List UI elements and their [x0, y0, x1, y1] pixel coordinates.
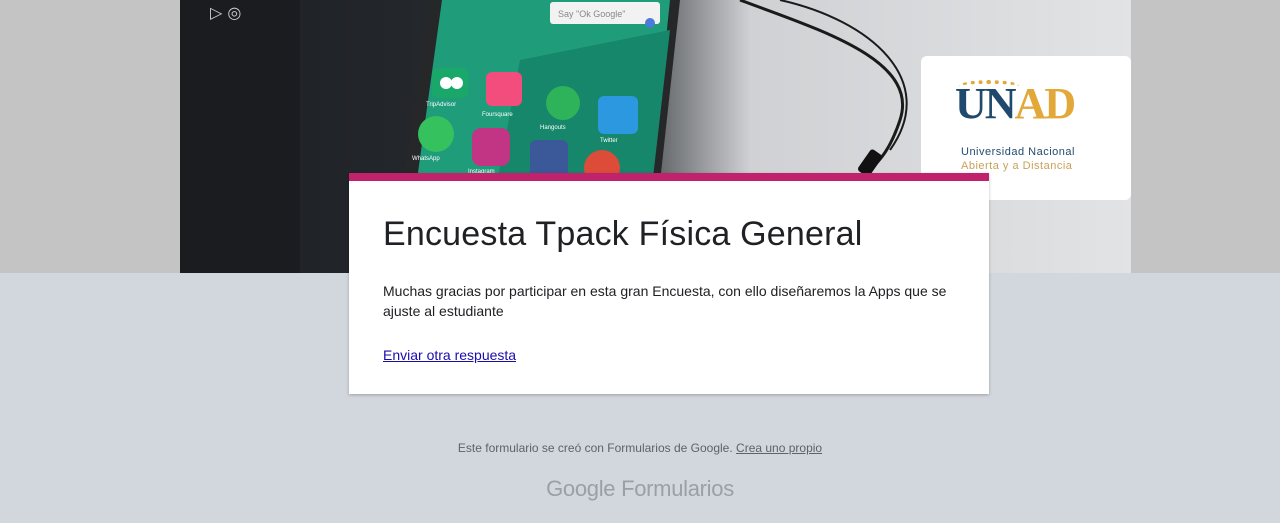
logo-wordmark: UNAD [955, 79, 1077, 128]
logo-word-part1: UN [955, 79, 1017, 128]
logo-word-part2: AD [1014, 79, 1077, 128]
app-label-twitter: Twitter [600, 138, 618, 144]
brand-product: Formularios [621, 476, 734, 501]
app-label-whatsapp: WhatsApp [412, 156, 440, 162]
search-hint: Say "Ok Google" [558, 9, 625, 19]
brand-google: Google [546, 476, 616, 501]
footer-note-text: Este formulario se creó con Formularios … [457, 441, 733, 455]
confirmation-card: Encuesta Tpack Física General Muchas gra… [349, 173, 989, 394]
form-title: Encuesta Tpack Física General [383, 215, 863, 253]
logo-subtitle-2: Abierta y a Distancia [961, 160, 1073, 172]
footer-note: Este formulario se creó con Formularios … [0, 441, 1280, 455]
app-label-tripadvisor: TripAdvisor [426, 102, 456, 108]
app-label-foursquare: Foursquare [482, 112, 513, 118]
confirmation-message: Muchas gracias por participar en esta gr… [383, 283, 947, 319]
svg-text:▷ ◎: ▷ ◎ [210, 3, 241, 22]
app-label-hangouts: Hangouts [540, 125, 566, 131]
google-forms-logo[interactable]: Google Formularios [0, 476, 1280, 502]
submit-another-response-link[interactable]: Enviar otra respuesta [383, 347, 516, 363]
logo-subtitle-1: Universidad Nacional [961, 146, 1075, 158]
create-own-form-link[interactable]: Crea uno propio [736, 441, 822, 455]
